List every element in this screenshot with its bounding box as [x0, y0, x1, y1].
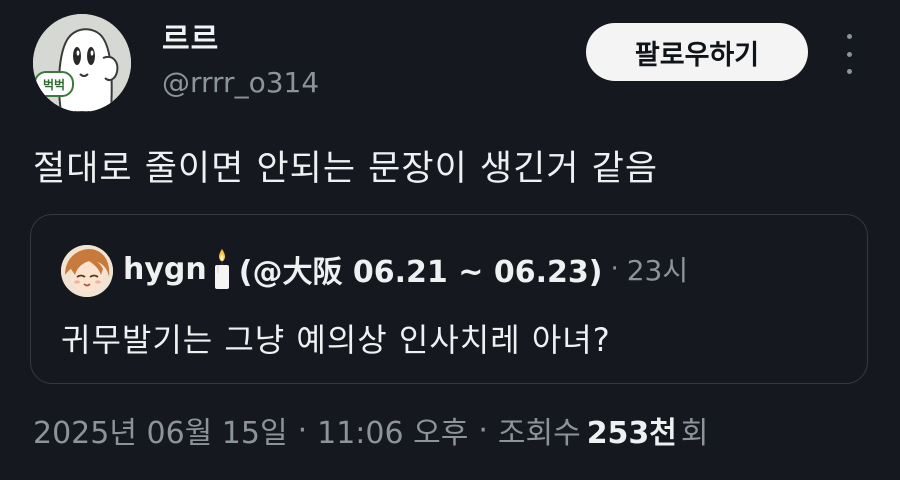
post-meta: 2025년 06월 15일 · 11:06 오후 · 조회수 253천 회: [33, 408, 709, 452]
post-date[interactable]: 2025년 06월 15일: [33, 408, 288, 452]
quote-header: hygn (@大阪 06.21 ~ 06.23) · 23시: [123, 247, 688, 291]
quote-handle[interactable]: (@大阪 06.21 ~ 06.23): [239, 247, 603, 291]
quote-separator: ·: [610, 254, 619, 284]
views-count: 253천: [586, 416, 677, 451]
meta-separator: ·: [297, 412, 308, 448]
author-handle[interactable]: @rrrr_o314: [162, 66, 319, 99]
meta-separator: ·: [478, 412, 488, 448]
more-dot: [846, 69, 852, 74]
follow-button[interactable]: 팔로우하기: [586, 23, 808, 81]
post-text: 절대로 줄이면 안되는 문장이 생긴거 같음: [33, 149, 659, 189]
author-avatar-image: 벅벅: [33, 14, 131, 112]
more-dot: [846, 34, 852, 39]
quote-author-avatar[interactable]: [61, 245, 113, 297]
author-avatar[interactable]: 벅벅: [33, 14, 131, 112]
author-display-name[interactable]: 르르: [162, 14, 219, 58]
quote-display-name[interactable]: hygn: [123, 252, 207, 287]
more-options-icon[interactable]: [836, 34, 862, 74]
quote-text: 귀무발기는 그냥 예의상 인사치레 아녀?: [61, 321, 611, 359]
more-dot: [846, 51, 852, 57]
views-label: 조회수: [497, 416, 581, 451]
post-time[interactable]: 11:06 오후: [317, 408, 468, 452]
views-unit: 회: [680, 416, 709, 451]
quote-avatar-image: [61, 245, 113, 297]
svg-text:벅벅: 벅벅: [43, 77, 65, 92]
candle-icon: [211, 247, 233, 291]
quote-timestamp[interactable]: 23시: [627, 249, 688, 289]
quoted-post[interactable]: hygn (@大阪 06.21 ~ 06.23) · 23시 귀무발기는 그냥 …: [30, 214, 868, 384]
post-card: 벅벅 르르 @rrrr_o314 팔로우하기 절대로 줄이면 안되는 문장이 생…: [0, 0, 900, 480]
